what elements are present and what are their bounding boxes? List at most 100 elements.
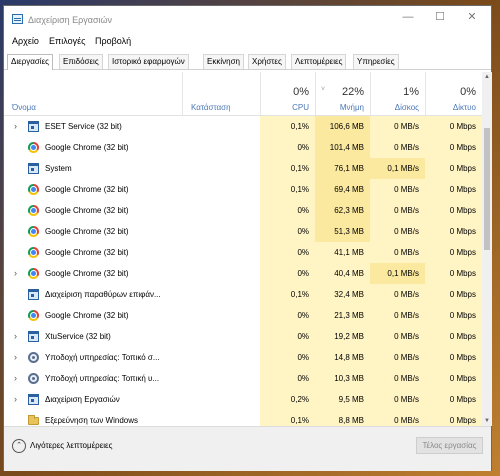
process-name: Google Chrome (32 bit) <box>45 311 129 320</box>
process-name: Διαχείριση Εργασιών <box>45 395 120 404</box>
process-disk: 0 MB/s <box>370 116 425 137</box>
fewer-details-label: Λιγότερες λεπτομέρειες <box>30 441 113 450</box>
column-network[interactable]: 0% Δίκτυο <box>425 72 482 115</box>
process-network: 0 Mbps <box>425 389 482 410</box>
process-memory: 40,4 MB <box>315 263 370 284</box>
process-row[interactable]: › Υποδοχή υπηρεσίας: Τοπικό σ... 0% 14,8 MB… <box>4 347 482 368</box>
process-row[interactable]: › ESET Service (32 bit) 0,1% 106,6 MB 0 MB/s… <box>4 116 482 137</box>
process-status <box>186 242 260 263</box>
process-row[interactable]: › Google Chrome (32 bit) 0% 40,4 MB 0,1 MB/s… <box>4 263 482 284</box>
chrome-icon <box>28 184 39 195</box>
process-disk: 0 MB/s <box>370 242 425 263</box>
gear-icon <box>28 373 39 384</box>
expand-chevron-icon[interactable]: › <box>14 263 17 283</box>
process-row[interactable]: Εξερεύνηση των Windows 0,1% 8,8 MB 0 MB/s 0 … <box>4 410 482 426</box>
chrome-icon <box>28 226 39 237</box>
process-status <box>186 263 260 284</box>
title-bar[interactable]: Διαχείριση Εργασιών — ☐ ✕ <box>4 6 491 34</box>
end-task-button[interactable]: Τέλος εργασίας <box>416 437 483 454</box>
tab-processes[interactable]: Διεργασίες <box>7 54 53 70</box>
process-status <box>186 179 260 200</box>
process-disk: 0,1 MB/s <box>370 263 425 284</box>
process-status <box>186 200 260 221</box>
process-row[interactable]: Google Chrome (32 bit) 0% 51,3 MB 0 MB/s 0 M… <box>4 221 482 242</box>
process-status <box>186 368 260 389</box>
process-cpu: 0,1% <box>260 158 315 179</box>
process-row[interactable]: Google Chrome (32 bit) 0% 62,3 MB 0 MB/s 0 M… <box>4 200 482 221</box>
column-cpu[interactable]: 0% CPU <box>260 72 315 115</box>
memory-total: 22% <box>341 86 364 98</box>
scroll-down-icon[interactable]: ▼ <box>482 416 492 426</box>
tab-details[interactable]: Λεπτομέρειες <box>291 54 347 69</box>
task-manager-icon <box>12 14 23 24</box>
minimize-button[interactable]: — <box>393 6 423 28</box>
chrome-icon <box>28 310 39 321</box>
process-row[interactable]: Google Chrome (32 bit) 0% 101,4 MB 0 MB/s 0 … <box>4 137 482 158</box>
scrollbar-thumb[interactable] <box>484 128 490 250</box>
cpu-label: CPU <box>292 103 309 112</box>
column-disk[interactable]: 1% Δίσκος <box>370 72 425 115</box>
process-row[interactable]: › XtuService (32 bit) 0% 19,2 MB 0 MB/s 0 Mbp… <box>4 326 482 347</box>
process-disk: 0 MB/s <box>370 410 425 426</box>
process-row[interactable]: Google Chrome (32 bit) 0,1% 69,4 MB 0 MB/s 0… <box>4 179 482 200</box>
process-disk: 0 MB/s <box>370 389 425 410</box>
process-memory: 101,4 MB <box>315 137 370 158</box>
menu-view[interactable]: Προβολή <box>95 36 131 46</box>
process-name: Εξερεύνηση των Windows <box>45 416 139 425</box>
expand-chevron-icon[interactable]: › <box>14 347 17 367</box>
expand-chevron-icon[interactable]: › <box>14 326 17 346</box>
process-memory: 76,1 MB <box>315 158 370 179</box>
process-status <box>186 158 260 179</box>
chrome-icon <box>28 247 39 258</box>
maximize-button[interactable]: ☐ <box>425 6 455 28</box>
process-network: 0 Mbps <box>425 179 482 200</box>
column-status[interactable]: Κατάσταση <box>182 72 260 115</box>
process-network: 0 Mbps <box>425 284 482 305</box>
disk-label: Δίσκος <box>394 103 419 112</box>
process-row[interactable]: System 0,1% 76,1 MB 0,1 MB/s 0 Mbps <box>4 158 482 179</box>
process-row[interactable]: › Διαχείριση Εργασιών 0,2% 9,5 MB 0 MB/s 0 Mb… <box>4 389 482 410</box>
scroll-up-icon[interactable]: ▲ <box>482 72 492 82</box>
process-disk: 0 MB/s <box>370 200 425 221</box>
menu-options[interactable]: Επιλογές <box>49 36 85 46</box>
vertical-scrollbar[interactable]: ▲ ▼ <box>482 72 492 426</box>
process-network: 0 Mbps <box>425 368 482 389</box>
tab-startup[interactable]: Εκκίνηση <box>203 54 244 69</box>
chrome-icon <box>28 142 39 153</box>
process-row[interactable]: Google Chrome (32 bit) 0% 21,3 MB 0 MB/s 0 M… <box>4 305 482 326</box>
process-memory: 32,4 MB <box>315 284 370 305</box>
expand-chevron-icon[interactable]: › <box>14 116 17 136</box>
process-row[interactable]: Google Chrome (32 bit) 0% 41,1 MB 0 MB/s 0 M… <box>4 242 482 263</box>
task-manager-window: Διαχείριση Εργασιών — ☐ ✕ Αρχείο Επιλογέ… <box>3 5 492 471</box>
close-button[interactable]: ✕ <box>457 6 487 28</box>
tab-services[interactable]: Υπηρεσίες <box>353 54 399 69</box>
expand-chevron-icon[interactable]: › <box>14 368 17 388</box>
menu-file[interactable]: Αρχείο <box>12 36 39 46</box>
process-cpu: 0% <box>260 305 315 326</box>
tab-users[interactable]: Χρήστες <box>248 54 286 69</box>
process-disk: 0 MB/s <box>370 347 425 368</box>
chrome-icon <box>28 268 39 279</box>
process-disk: 0,1 MB/s <box>370 158 425 179</box>
process-memory: 14,8 MB <box>315 347 370 368</box>
process-disk: 0 MB/s <box>370 284 425 305</box>
process-memory: 19,2 MB <box>315 326 370 347</box>
tab-app-history[interactable]: Ιστορικό εφαρμογών <box>108 54 189 69</box>
process-status <box>186 410 260 426</box>
process-name: Google Chrome (32 bit) <box>45 143 129 152</box>
process-cpu: 0% <box>260 200 315 221</box>
process-cpu: 0% <box>260 242 315 263</box>
expand-chevron-icon[interactable]: › <box>14 389 17 409</box>
tab-performance[interactable]: Επιδόσεις <box>59 54 103 69</box>
process-name: Google Chrome (32 bit) <box>45 269 129 278</box>
process-memory: 41,1 MB <box>315 242 370 263</box>
process-disk: 0 MB/s <box>370 137 425 158</box>
process-row[interactable]: › Υποδοχή υπηρεσίας: Τοπική υ... 0% 10,3 MB… <box>4 368 482 389</box>
process-cpu: 0% <box>260 221 315 242</box>
column-memory[interactable]: ˅ 22% Μνήμη <box>315 72 370 115</box>
window-icon <box>28 289 39 300</box>
process-network: 0 Mbps <box>425 221 482 242</box>
column-name[interactable]: Όνομα <box>4 72 182 115</box>
process-row[interactable]: Διαχείριση παραθύρων επιφάν... 0,1% 32,4 M… <box>4 284 482 305</box>
process-network: 0 Mbps <box>425 347 482 368</box>
